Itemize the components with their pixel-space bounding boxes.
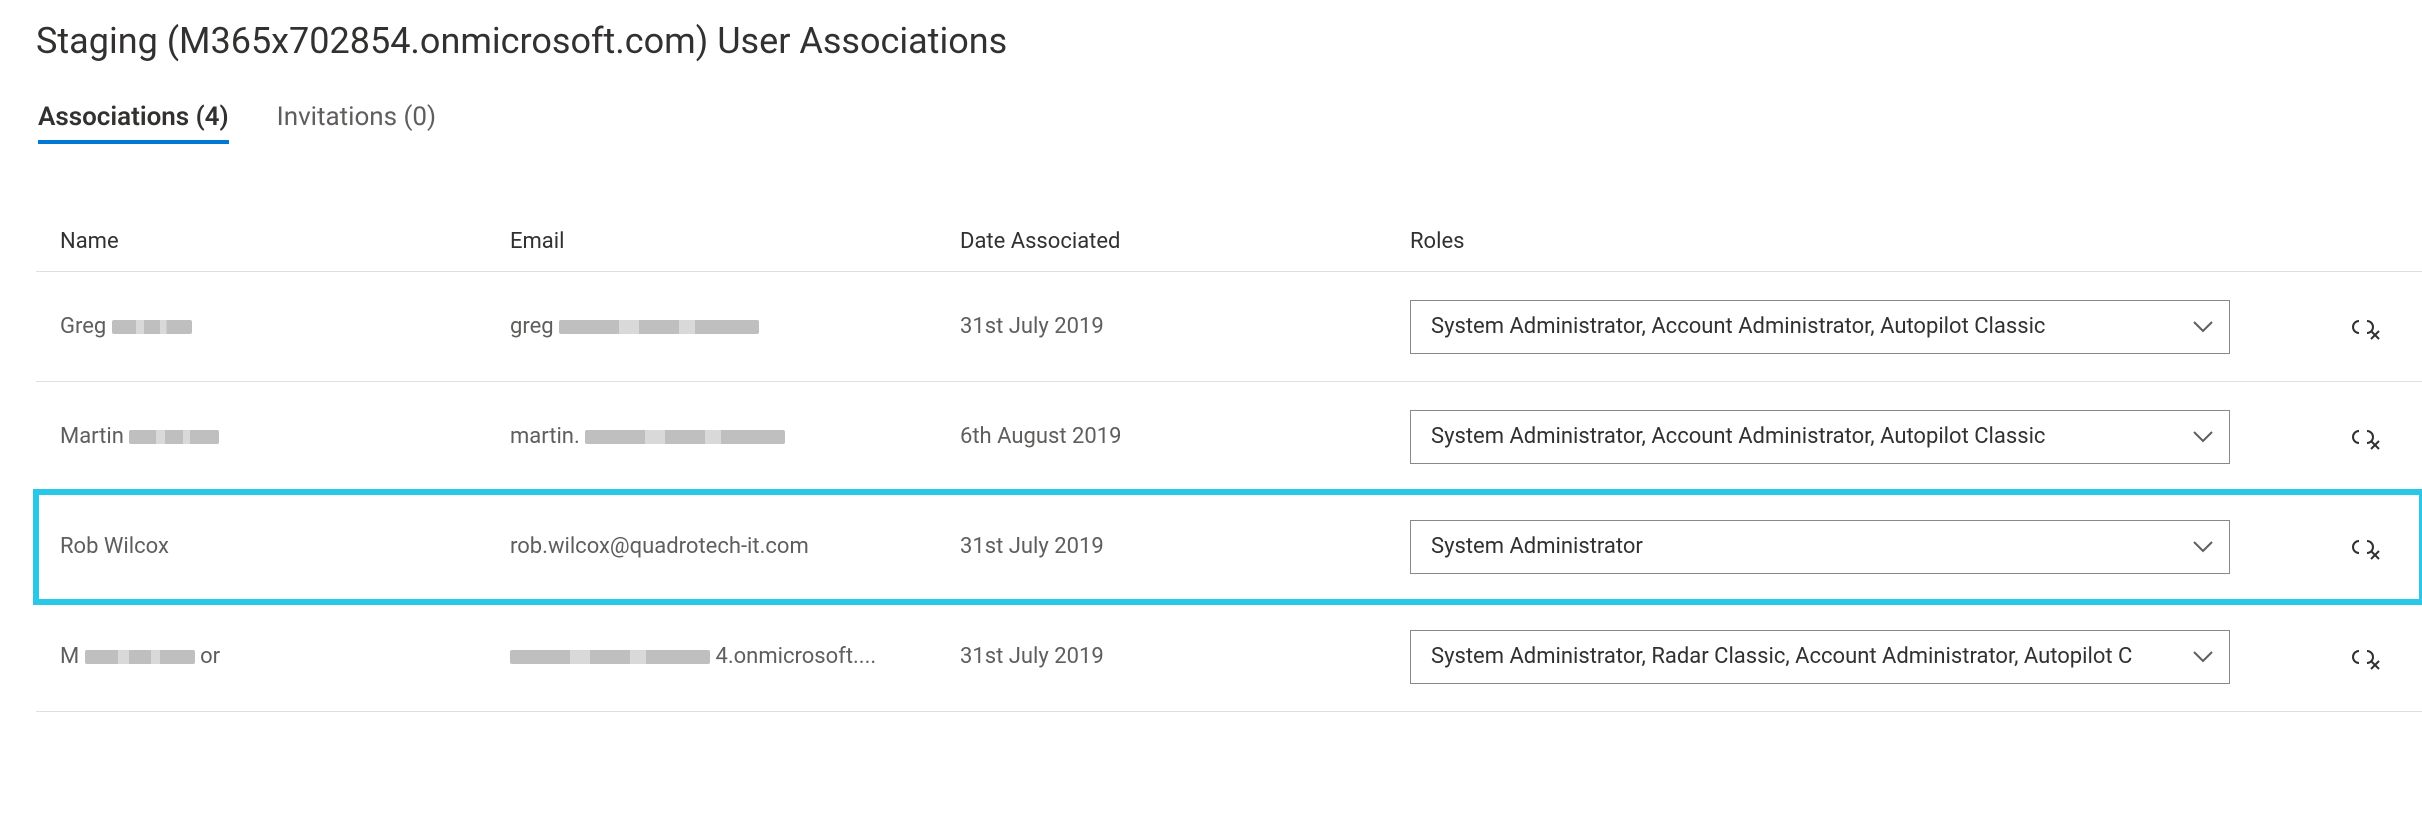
cell-name: Martin xyxy=(60,424,510,449)
roles-select-value: System Administrator, Radar Classic, Acc… xyxy=(1431,644,2181,669)
roles-select-value: System Administrator, Account Administra… xyxy=(1431,314,2181,339)
associations-table: Name Email Date Associated Roles Greg gr… xyxy=(36,212,2422,712)
cell-date-associated: 31st July 2019 xyxy=(960,644,1410,669)
col-email[interactable]: Email xyxy=(510,229,960,254)
tabs: Associations (4) Invitations (0) xyxy=(36,102,2422,142)
table-header-row: Name Email Date Associated Roles xyxy=(36,212,2422,272)
remove-association-icon[interactable] xyxy=(2346,534,2380,560)
table-row: Greg greg 31st July 2019 System Administr… xyxy=(36,272,2422,382)
table-row: M or 4.onmicrosoft....31st July 2019 Syst… xyxy=(36,602,2422,712)
cell-email: rob.wilcox@quadrotech-it.com xyxy=(510,534,960,559)
cell-name: Rob Wilcox xyxy=(60,534,510,559)
tab-invitations[interactable]: Invitations (0) xyxy=(277,102,436,142)
page-title: Staging (M365x702854.onmicrosoft.com) Us… xyxy=(36,20,2422,62)
roles-select-value: System Administrator, Account Administra… xyxy=(1431,424,2181,449)
remove-association-icon[interactable] xyxy=(2346,314,2380,340)
cell-date-associated: 31st July 2019 xyxy=(960,314,1410,339)
tab-associations[interactable]: Associations (4) xyxy=(38,102,229,142)
cell-actions xyxy=(2300,424,2400,450)
chevron-down-icon xyxy=(2193,651,2213,663)
chevron-down-icon xyxy=(2193,321,2213,333)
chevron-down-icon xyxy=(2193,541,2213,553)
cell-name: Greg xyxy=(60,314,510,339)
cell-actions xyxy=(2300,314,2400,340)
roles-select-value: System Administrator xyxy=(1431,534,2181,559)
cell-email: 4.onmicrosoft.... xyxy=(510,644,960,669)
cell-email: greg xyxy=(510,314,960,339)
col-roles[interactable]: Roles xyxy=(1410,229,2300,254)
remove-association-icon[interactable] xyxy=(2346,424,2380,450)
roles-select[interactable]: System Administrator xyxy=(1410,520,2230,574)
table-row: Rob Wilcoxrob.wilcox@quadrotech-it.com31… xyxy=(36,492,2422,602)
cell-roles: System Administrator, Account Administra… xyxy=(1410,300,2300,354)
cell-actions xyxy=(2300,644,2400,670)
cell-actions xyxy=(2300,534,2400,560)
table-row: Martin martin. 6th August 2019 System Adm… xyxy=(36,382,2422,492)
cell-roles: System Administrator, Account Administra… xyxy=(1410,410,2300,464)
chevron-down-icon xyxy=(2193,431,2213,443)
remove-association-icon[interactable] xyxy=(2346,644,2380,670)
col-name[interactable]: Name xyxy=(60,229,510,254)
cell-email: martin. xyxy=(510,424,960,449)
col-date[interactable]: Date Associated xyxy=(960,229,1410,254)
cell-date-associated: 31st July 2019 xyxy=(960,534,1410,559)
cell-roles: System Administrator xyxy=(1410,520,2300,574)
roles-select[interactable]: System Administrator, Account Administra… xyxy=(1410,300,2230,354)
roles-select[interactable]: System Administrator, Account Administra… xyxy=(1410,410,2230,464)
roles-select[interactable]: System Administrator, Radar Classic, Acc… xyxy=(1410,630,2230,684)
cell-roles: System Administrator, Radar Classic, Acc… xyxy=(1410,630,2300,684)
cell-name: M or xyxy=(60,644,510,669)
cell-date-associated: 6th August 2019 xyxy=(960,424,1410,449)
